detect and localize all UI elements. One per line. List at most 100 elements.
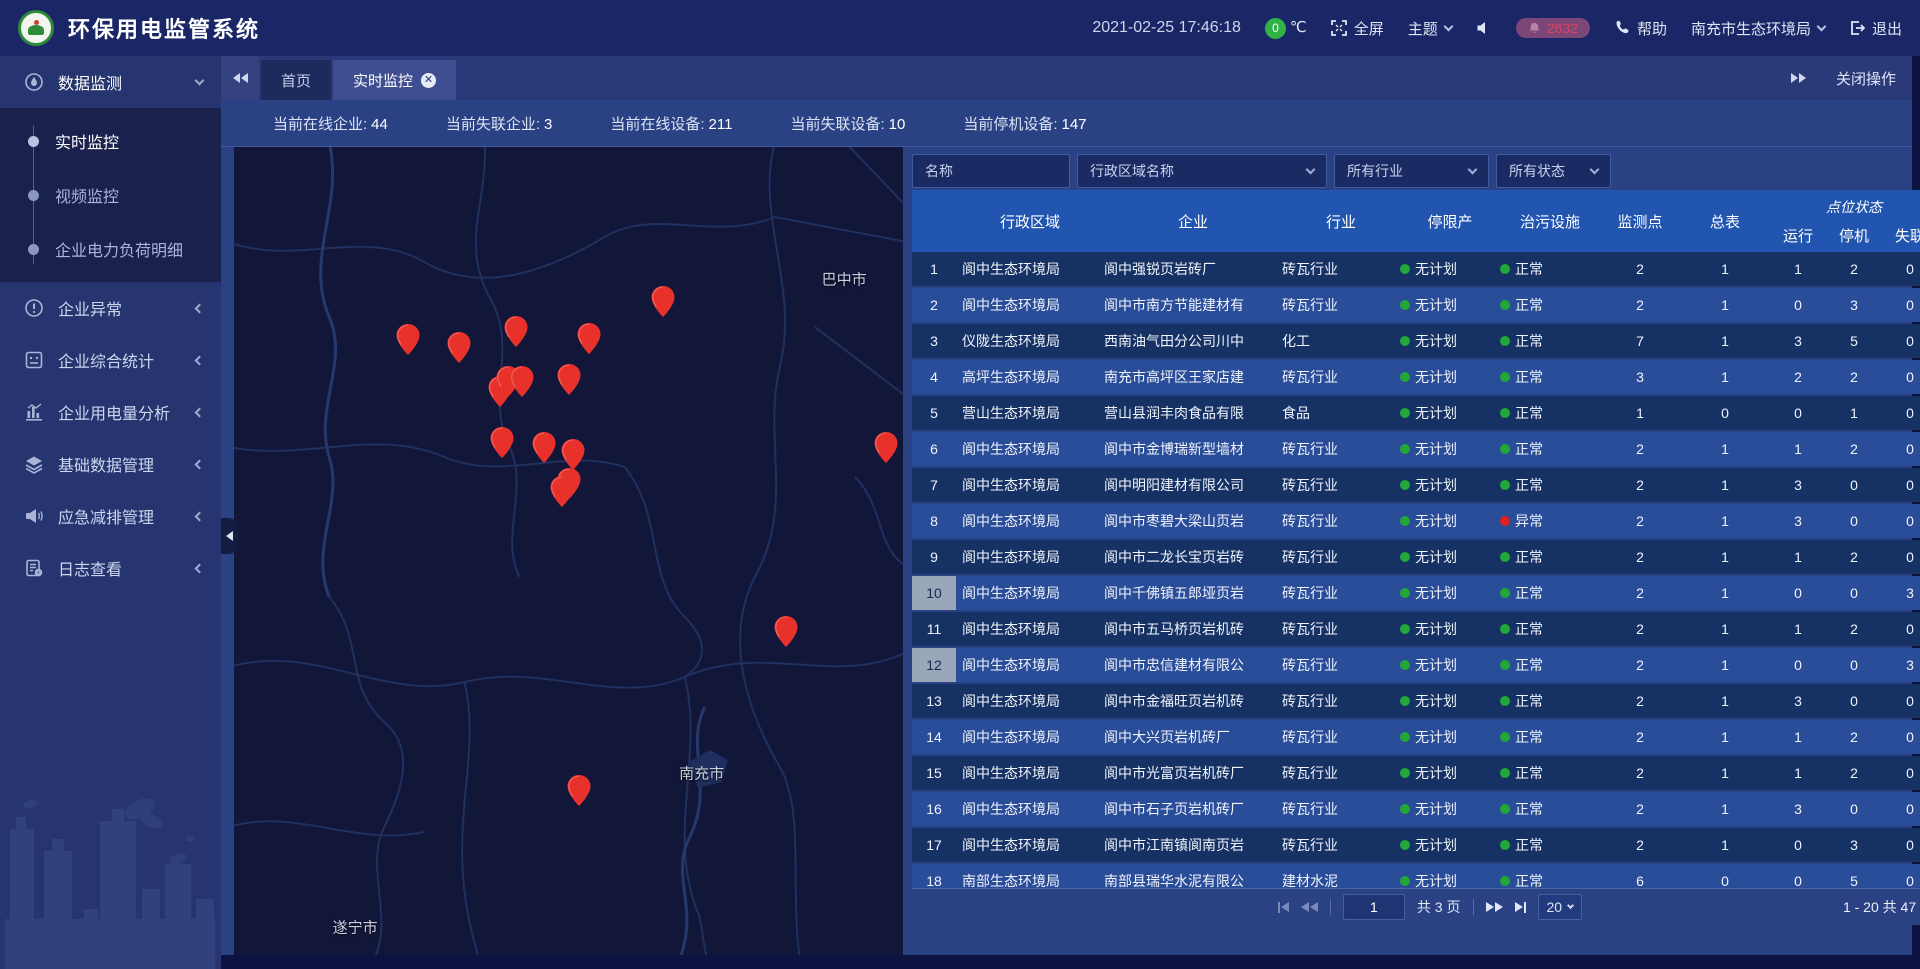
status-dot-icon xyxy=(1500,696,1510,706)
map-pin-icon[interactable] xyxy=(577,323,600,354)
sidebar-subitem[interactable]: 实时监控 xyxy=(0,114,221,168)
table-row[interactable]: 18南部生态环境局南部县瑞华水泥有限公建材水泥无计划正常60050 xyxy=(912,864,1920,888)
map-pin-icon[interactable] xyxy=(511,366,534,397)
close-operations-button[interactable]: 关闭操作 xyxy=(1836,68,1896,89)
organization-dropdown[interactable]: 南充市生态环境局 xyxy=(1691,18,1825,39)
sidebar-item-2[interactable]: 企业综合统计 xyxy=(0,334,221,386)
first-page-button[interactable] xyxy=(1278,902,1289,913)
sidebar-subitem[interactable]: 企业电力负荷明细 xyxy=(0,222,221,276)
sidebar-item-0[interactable]: 数据监测 xyxy=(0,56,221,108)
map-pin-icon[interactable] xyxy=(505,316,528,347)
sound-toggle-button[interactable] xyxy=(1476,20,1492,36)
cell-run: 0 xyxy=(1770,657,1826,673)
theme-dropdown[interactable]: 主题 xyxy=(1408,18,1452,39)
app-title: 环保用电监管系统 xyxy=(68,12,260,44)
help-button[interactable]: 帮助 xyxy=(1614,18,1667,39)
cell-points: 2 xyxy=(1600,477,1680,493)
map-pin-icon[interactable] xyxy=(557,364,580,395)
cell-run: 3 xyxy=(1770,477,1826,493)
cell-run: 1 xyxy=(1770,729,1826,745)
cell-lost: 0 xyxy=(1882,873,1920,888)
cell-run: 3 xyxy=(1770,513,1826,529)
map-panel[interactable]: 巴中市南充市遂宁市 xyxy=(234,147,903,955)
cell-industry: 砖瓦行业 xyxy=(1282,259,1400,279)
map-pin-icon[interactable] xyxy=(875,432,898,463)
logout-button[interactable]: 退出 xyxy=(1849,18,1902,39)
table-row[interactable]: 7阆中生态环境局阆中明阳建材有限公司砖瓦行业无计划正常21300 xyxy=(912,468,1920,502)
tabbar: 首页实时监控✕ 关闭操作 xyxy=(221,56,1912,100)
cell-limit-status: 无计划 xyxy=(1400,259,1500,279)
cell-company: 阆中明阳建材有限公司 xyxy=(1104,475,1282,495)
notifications-badge[interactable]: 2632 xyxy=(1516,18,1590,38)
cell-company: 西南油气田分公司川中 xyxy=(1104,331,1282,351)
cell-limit-status: 无计划 xyxy=(1400,871,1500,888)
sidebar-item-3[interactable]: 企业用电量分析 xyxy=(0,386,221,438)
sidebar-collapse-handle[interactable] xyxy=(221,518,238,554)
tab-close-icon[interactable]: ✕ xyxy=(421,73,436,88)
cell-points: 2 xyxy=(1600,621,1680,637)
map-pin-icon[interactable] xyxy=(568,775,591,806)
stats-icon xyxy=(24,350,44,370)
map-pin-icon[interactable] xyxy=(774,616,797,647)
table-row[interactable]: 14阆中生态环境局阆中大兴页岩机砖厂砖瓦行业无计划正常21120 xyxy=(912,720,1920,754)
sidebar-item-1[interactable]: 企业异常 xyxy=(0,282,221,334)
map-pin-icon[interactable] xyxy=(551,476,574,507)
cell-points: 2 xyxy=(1600,513,1680,529)
table-row[interactable]: 1阆中生态环境局阆中强锐页岩砖厂砖瓦行业无计划正常21120 xyxy=(912,252,1920,286)
status-dot-icon xyxy=(1500,300,1510,310)
table-row[interactable]: 2阆中生态环境局阆中市南方节能建材有砖瓦行业无计划正常21030 xyxy=(912,288,1920,322)
table-row[interactable]: 12阆中生态环境局阆中市忠信建材有限公砖瓦行业无计划正常21003 xyxy=(912,648,1920,682)
sidebar-item-6[interactable]: 日志查看 xyxy=(0,542,221,594)
prev-page-button[interactable] xyxy=(1301,902,1318,912)
record-range-label: 1 - 20 共 47 条 xyxy=(1843,897,1920,917)
row-number: 12 xyxy=(912,648,956,682)
column-header-industry: 行业 xyxy=(1282,211,1400,232)
exit-icon xyxy=(1849,20,1865,36)
cell-meters: 0 xyxy=(1680,873,1770,888)
last-page-button[interactable] xyxy=(1515,902,1526,913)
cell-company: 南部县瑞华水泥有限公 xyxy=(1104,871,1282,888)
next-page-button[interactable] xyxy=(1486,902,1503,912)
map-pin-icon[interactable] xyxy=(532,432,555,463)
sidebar-subitem[interactable]: 视频监控 xyxy=(0,168,221,222)
table-row[interactable]: 17阆中生态环境局阆中市江南镇阆南页岩砖瓦行业无计划正常21030 xyxy=(912,828,1920,862)
table-row[interactable]: 13阆中生态环境局阆中市金福旺页岩机砖砖瓦行业无计划正常21300 xyxy=(912,684,1920,718)
table-row[interactable]: 10阆中生态环境局阆中千佛镇五郎垭页岩砖瓦行业无计划正常21003 xyxy=(912,576,1920,610)
table-row[interactable]: 11阆中生态环境局阆中市五马桥页岩机砖砖瓦行业无计划正常21120 xyxy=(912,612,1920,646)
map-pin-icon[interactable] xyxy=(561,439,584,470)
cell-stop: 2 xyxy=(1826,765,1882,781)
sidebar-item-5[interactable]: 应急减排管理 xyxy=(0,490,221,542)
page-size-select[interactable]: 20 xyxy=(1538,894,1583,920)
table-row[interactable]: 9阆中生态环境局阆中市二龙长宝页岩砖砖瓦行业无计划正常21120 xyxy=(912,540,1920,574)
cell-stop: 2 xyxy=(1826,369,1882,385)
page-number-input[interactable] xyxy=(1343,894,1405,920)
map-pin-icon[interactable] xyxy=(491,427,514,458)
status-select[interactable]: 所有状态 xyxy=(1496,154,1611,188)
map-pin-icon[interactable] xyxy=(651,286,674,317)
industry-select[interactable]: 所有行业 xyxy=(1334,154,1489,188)
fullscreen-button[interactable]: 全屏 xyxy=(1331,18,1384,39)
name-search-input[interactable] xyxy=(912,154,1070,188)
tabs-scroll-left-button[interactable] xyxy=(221,56,259,100)
status-dot-icon xyxy=(1400,372,1410,382)
table-row[interactable]: 16阆中生态环境局阆中市石子页岩机砖厂砖瓦行业无计划正常21300 xyxy=(912,792,1920,826)
tab-1[interactable]: 实时监控✕ xyxy=(333,60,456,100)
region-select[interactable]: 行政区域名称 xyxy=(1077,154,1327,188)
table-row[interactable]: 4高坪生态环境局南充市高坪区王家店建砖瓦行业无计划正常31220 xyxy=(912,360,1920,394)
cell-region: 阆中生态环境局 xyxy=(956,547,1104,567)
status-dot-icon xyxy=(1500,876,1510,886)
tabs-scroll-right-button[interactable] xyxy=(1791,73,1806,83)
cell-lost: 0 xyxy=(1882,765,1920,781)
tab-0[interactable]: 首页 xyxy=(261,60,331,100)
table-row[interactable]: 5营山生态环境局营山县润丰肉食品有限食品无计划正常10010 xyxy=(912,396,1920,430)
table-row[interactable]: 3仪陇生态环境局西南油气田分公司川中化工无计划正常71350 xyxy=(912,324,1920,358)
sidebar-item-4[interactable]: 基础数据管理 xyxy=(0,438,221,490)
table-row[interactable]: 15阆中生态环境局阆中市光富页岩机砖厂砖瓦行业无计划正常21120 xyxy=(912,756,1920,790)
cell-points: 1 xyxy=(1600,405,1680,421)
map-pin-icon[interactable] xyxy=(396,324,419,355)
map-pin-icon[interactable] xyxy=(448,332,471,363)
cell-region: 阆中生态环境局 xyxy=(956,727,1104,747)
table-row[interactable]: 8阆中生态环境局阆中市枣碧大梁山页岩砖瓦行业无计划异常21300 xyxy=(912,504,1920,538)
table-row[interactable]: 6阆中生态环境局阆中市金博瑞新型墙材砖瓦行业无计划正常21120 xyxy=(912,432,1920,466)
cell-industry: 砖瓦行业 xyxy=(1282,511,1400,531)
